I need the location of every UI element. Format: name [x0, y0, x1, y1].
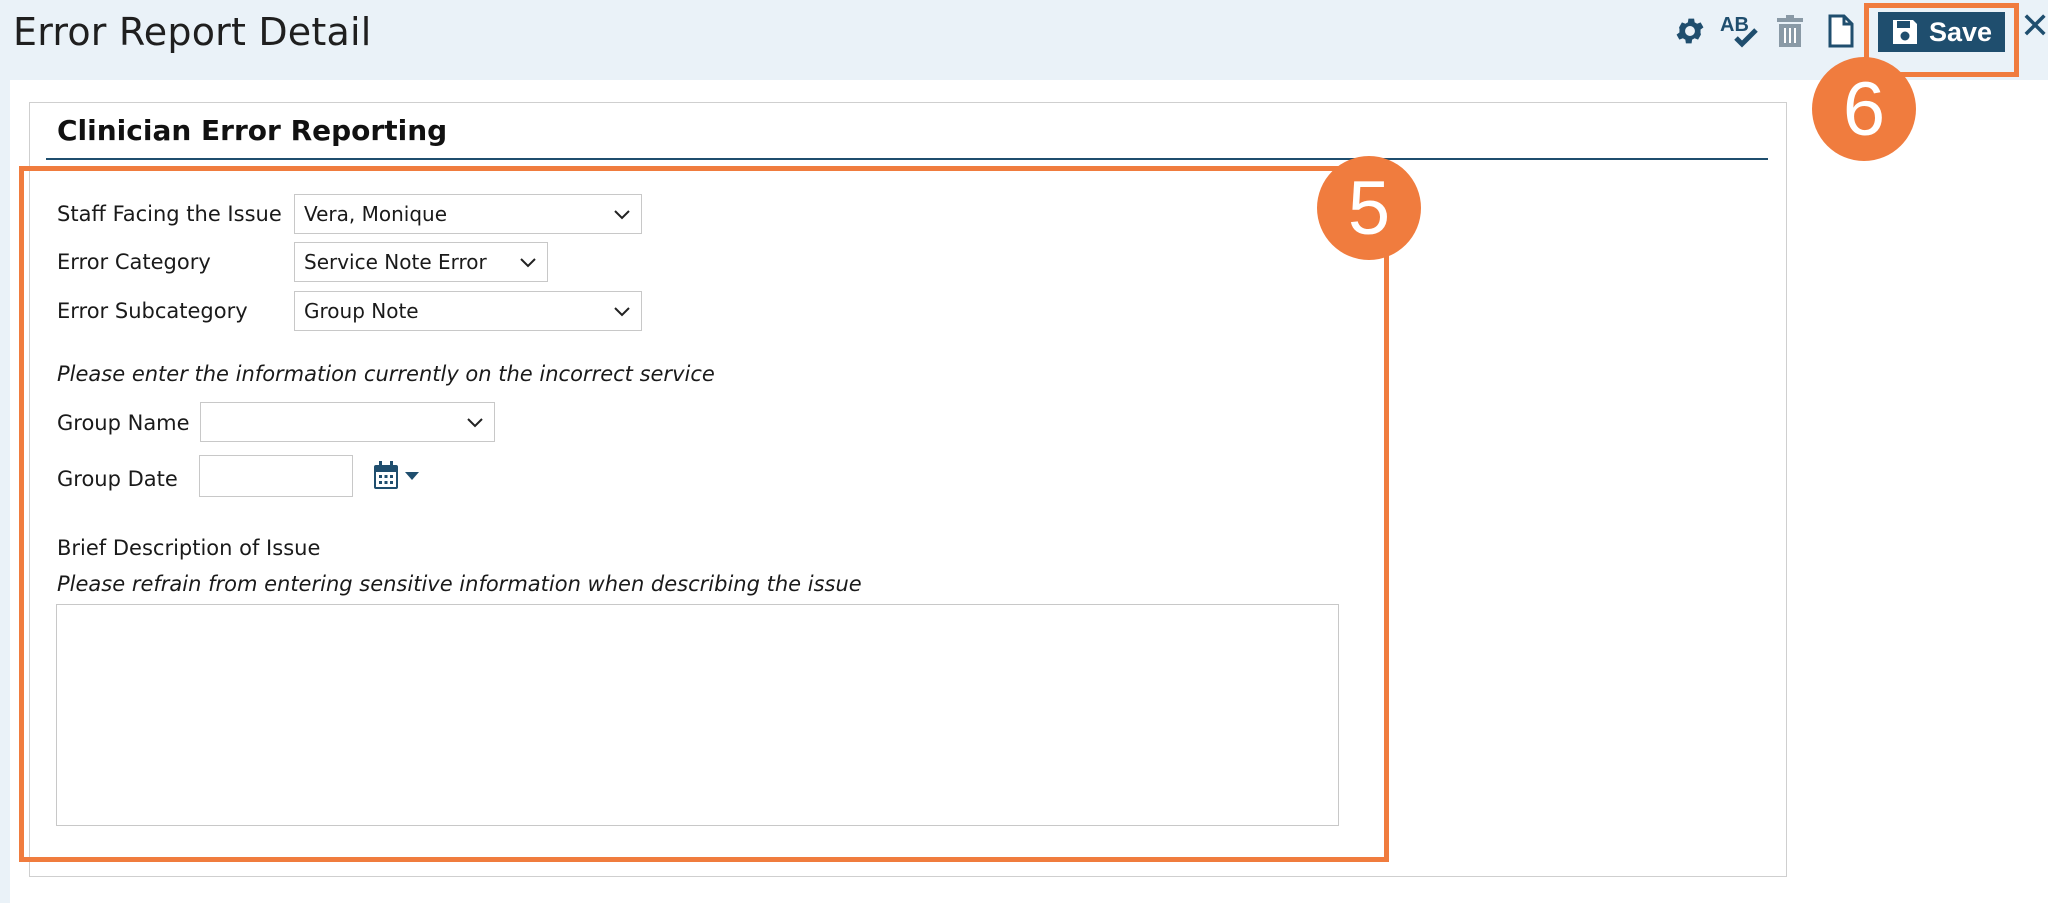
description-textarea[interactable] — [56, 604, 1339, 826]
group-date-input[interactable] — [199, 455, 353, 497]
category-select[interactable]: Service Note Error — [294, 242, 548, 282]
description-label: Brief Description of Issue — [57, 536, 321, 560]
panel-title: Clinician Error Reporting — [57, 114, 448, 147]
chevron-down-icon — [614, 307, 630, 317]
subcategory-select[interactable]: Group Note — [294, 291, 642, 331]
description-note: Please refrain from entering sensitive i… — [57, 572, 862, 596]
floppy-disk-icon — [1891, 18, 1919, 46]
subcategory-label: Error Subcategory — [57, 299, 248, 323]
group-date-label: Group Date — [57, 467, 178, 491]
page-title: Error Report Detail — [13, 10, 372, 54]
close-icon[interactable]: ✕ — [2020, 6, 2048, 47]
group-name-label: Group Name — [57, 411, 190, 435]
group-name-select[interactable] — [200, 402, 495, 442]
staff-select[interactable]: Vera, Monique — [294, 194, 642, 234]
calendar-icon — [374, 461, 419, 489]
calendar-dropdown[interactable] — [372, 460, 424, 494]
chevron-down-icon — [467, 418, 483, 428]
svg-text:AB: AB — [1720, 14, 1749, 36]
category-label: Error Category — [57, 250, 211, 274]
staff-select-value: Vera, Monique — [304, 202, 448, 226]
save-button[interactable]: Save — [1878, 12, 2005, 52]
chevron-down-icon — [614, 210, 630, 220]
annotation-badge-step6: 6 — [1812, 57, 1916, 161]
gear-icon[interactable] — [1670, 12, 1710, 50]
trash-icon[interactable] — [1772, 12, 1808, 50]
chevron-down-icon — [520, 258, 536, 268]
annotation-badge-step5: 5 — [1317, 156, 1421, 260]
incorrect-service-note: Please enter the information currently o… — [57, 362, 715, 386]
document-icon[interactable] — [1824, 12, 1858, 50]
category-select-value: Service Note Error — [304, 250, 487, 274]
subcategory-select-value: Group Note — [304, 299, 419, 323]
caret-down-icon — [405, 472, 419, 480]
save-button-label: Save — [1928, 16, 1993, 47]
staff-label: Staff Facing the Issue — [57, 202, 282, 226]
spellcheck-icon[interactable]: AB — [1718, 12, 1762, 50]
panel-divider — [46, 158, 1768, 160]
